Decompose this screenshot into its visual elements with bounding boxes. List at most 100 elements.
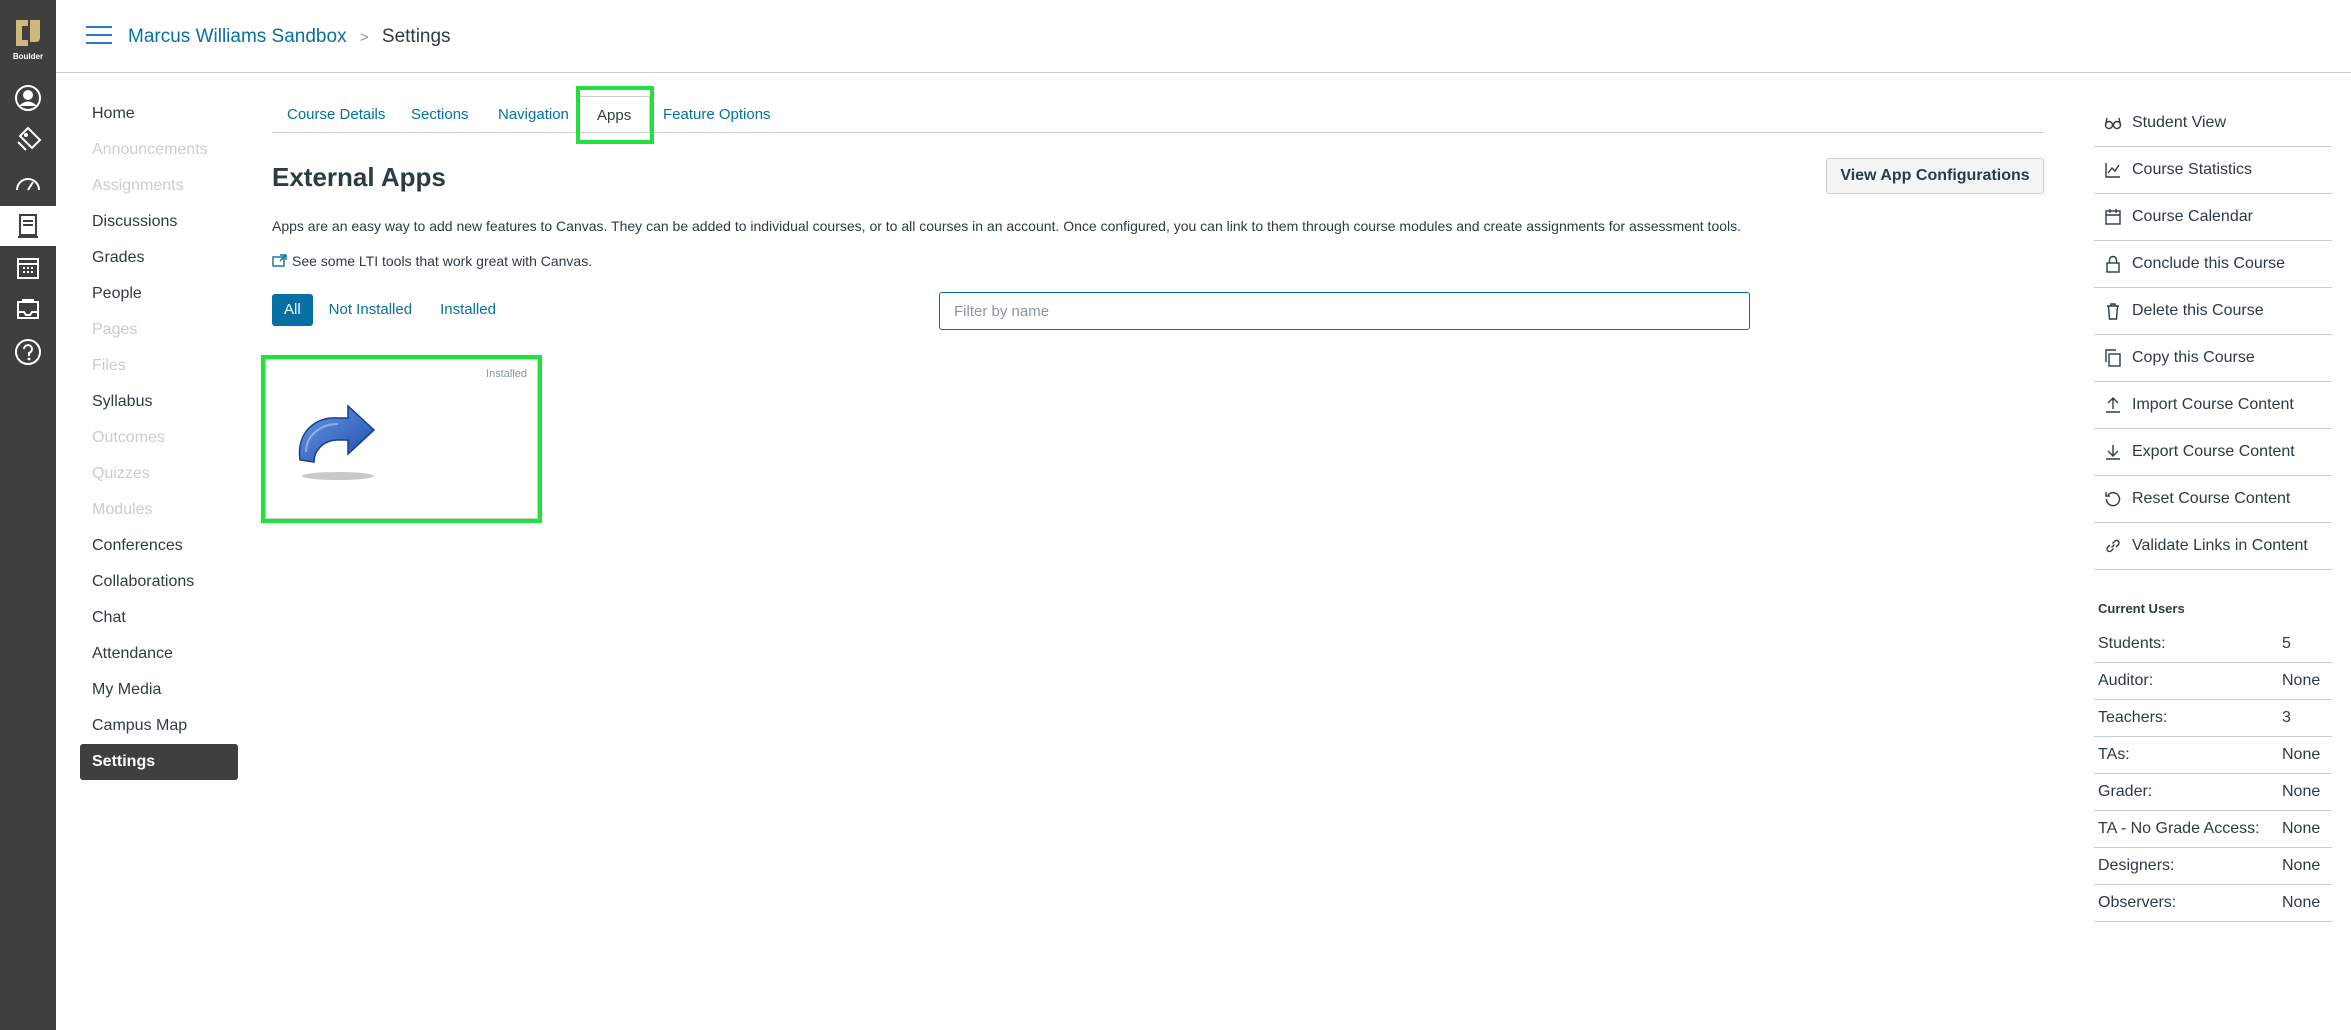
- conclude-course-button[interactable]: Conclude this Course: [2094, 241, 2332, 288]
- user-role: Students:: [2098, 635, 2166, 652]
- reset-icon: [2105, 491, 2121, 507]
- user-role: Designers:: [2098, 857, 2175, 874]
- statistics-icon: [2105, 163, 2120, 178]
- link-icon: [2106, 539, 2120, 553]
- student-view-button[interactable]: Student View: [2094, 100, 2332, 147]
- gnav-courses[interactable]: [0, 206, 56, 246]
- tab-sections[interactable]: Sections: [411, 96, 469, 132]
- user-role: Observers:: [2098, 894, 2177, 911]
- lock-icon: [2106, 255, 2120, 273]
- course-nav-my-media[interactable]: My Media: [80, 672, 238, 708]
- export-course-content-button[interactable]: Export Course Content: [2094, 429, 2332, 476]
- tab-navigation[interactable]: Navigation: [498, 96, 569, 132]
- student-view-label: Student View: [2132, 114, 2226, 131]
- course-nav-pages[interactable]: Pages: [80, 312, 238, 348]
- course-nav-chat[interactable]: Chat: [80, 600, 238, 636]
- copy-course-button[interactable]: Copy this Course: [2094, 335, 2332, 382]
- app-card[interactable]: Installed: [265, 359, 538, 519]
- course-nav-discussions[interactable]: Discussions: [80, 204, 238, 240]
- user-role: Auditor:: [2098, 672, 2154, 689]
- course-nav-settings[interactable]: Settings: [80, 744, 238, 780]
- users-row-tas: TAs: None: [2094, 737, 2332, 774]
- course-nav-campus-map[interactable]: Campus Map: [80, 708, 238, 744]
- filter-not-installed[interactable]: Not Installed: [317, 294, 424, 326]
- admin-icon: [17, 126, 42, 151]
- user-count: None: [2282, 783, 2321, 800]
- delete-course-button[interactable]: Delete this Course: [2094, 288, 2332, 335]
- course-nav-announcements[interactable]: Announcements: [80, 132, 238, 168]
- gnav-inbox[interactable]: [0, 290, 56, 330]
- users-row-auditor: Auditor: None: [2094, 663, 2332, 700]
- gnav-help[interactable]: [0, 332, 56, 372]
- breadcrumb-course-link[interactable]: Marcus Williams Sandbox: [128, 26, 347, 47]
- gnav-dashboard[interactable]: [0, 164, 56, 204]
- course-menu-toggle[interactable]: [86, 26, 112, 46]
- course-nav-home[interactable]: Home: [80, 96, 238, 132]
- inbox-icon: [17, 299, 39, 319]
- glasses-icon: [2104, 117, 2122, 130]
- user-count: None: [2282, 894, 2321, 911]
- reset-course-content-button[interactable]: Reset Course Content: [2094, 476, 2332, 523]
- course-nav-syllabus[interactable]: Syllabus: [80, 384, 238, 420]
- view-app-configurations-button[interactable]: View App Configurations: [1826, 158, 2044, 194]
- settings-tabs: Course Details Sections Navigation Apps …: [272, 96, 2044, 133]
- validate-links-label: Validate Links in Content: [2132, 537, 2308, 554]
- filter-installed[interactable]: Installed: [428, 294, 508, 326]
- user-count: None: [2282, 857, 2321, 874]
- user-count: 3: [2282, 709, 2291, 726]
- import-course-content-button[interactable]: Import Course Content: [2094, 382, 2332, 429]
- user-role: Teachers:: [2098, 709, 2168, 726]
- breadcrumb-current: Settings: [381, 26, 451, 47]
- course-navigation: Home Announcements Assignments Discussio…: [80, 96, 238, 780]
- course-nav-grades[interactable]: Grades: [80, 240, 238, 276]
- tab-course-details[interactable]: Course Details: [287, 96, 385, 132]
- tab-apps[interactable]: Apps: [578, 96, 651, 132]
- global-navigation: Boulder: [0, 0, 56, 1030]
- course-nav-outcomes[interactable]: Outcomes: [80, 420, 238, 456]
- course-nav-modules[interactable]: Modules: [80, 492, 238, 528]
- user-count: 5: [2282, 635, 2291, 652]
- courses-icon: [18, 214, 38, 238]
- page-title: External Apps: [272, 162, 446, 192]
- users-row-designers: Designers: None: [2094, 848, 2332, 885]
- cu-boulder-logo[interactable]: Boulder: [8, 16, 48, 62]
- current-users-table: Students: 5 Auditor: None Teachers: 3 TAs: N…: [2094, 626, 2332, 922]
- user-role: TAs:: [2098, 746, 2130, 763]
- validate-links-button[interactable]: Validate Links in Content: [2094, 523, 2332, 570]
- gnav-admin[interactable]: [0, 120, 56, 160]
- course-nav-attendance[interactable]: Attendance: [80, 636, 238, 672]
- cu-logo-icon: [16, 20, 40, 46]
- users-row-observers: Observers: None: [2094, 885, 2332, 922]
- redirect-arrow-icon: [298, 404, 376, 480]
- breadcrumb: Marcus Williams Sandbox > Settings: [128, 25, 451, 50]
- course-nav-people[interactable]: People: [80, 276, 238, 312]
- page-header: Marcus Williams Sandbox > Settings: [56, 0, 2351, 73]
- gnav-account[interactable]: [0, 78, 56, 118]
- breadcrumb-separator: >: [359, 29, 369, 46]
- user-count: None: [2282, 672, 2321, 689]
- course-nav-quizzes[interactable]: Quizzes: [80, 456, 238, 492]
- course-nav-conferences[interactable]: Conferences: [80, 528, 238, 564]
- tab-feature-options[interactable]: Feature Options: [663, 96, 771, 132]
- current-users-title: Current Users: [2098, 601, 2185, 616]
- course-calendar-link[interactable]: Course Calendar: [2094, 194, 2332, 241]
- filter-by-name-input[interactable]: [939, 292, 1750, 330]
- user-count: None: [2282, 820, 2321, 837]
- user-role: Grader:: [2098, 783, 2153, 800]
- course-statistics-link[interactable]: Course Statistics: [2094, 147, 2332, 194]
- calendar-icon: [2105, 209, 2121, 225]
- calendar-icon: [17, 258, 39, 279]
- upload-icon: [2106, 397, 2120, 413]
- help-icon: [15, 339, 41, 365]
- export-course-content-label: Export Course Content: [2132, 443, 2295, 460]
- course-nav-assignments[interactable]: Assignments: [80, 168, 238, 204]
- hamburger-icon: [86, 26, 112, 28]
- users-row-students: Students: 5: [2094, 626, 2332, 663]
- filter-all[interactable]: All: [272, 294, 313, 326]
- gnav-calendar[interactable]: [0, 248, 56, 288]
- copy-icon: [2105, 349, 2121, 367]
- course-nav-files[interactable]: Files: [80, 348, 238, 384]
- copy-course-label: Copy this Course: [2132, 349, 2255, 366]
- lti-tools-link[interactable]: See some LTI tools that work great with …: [272, 252, 592, 270]
- course-nav-collaborations[interactable]: Collaborations: [80, 564, 238, 600]
